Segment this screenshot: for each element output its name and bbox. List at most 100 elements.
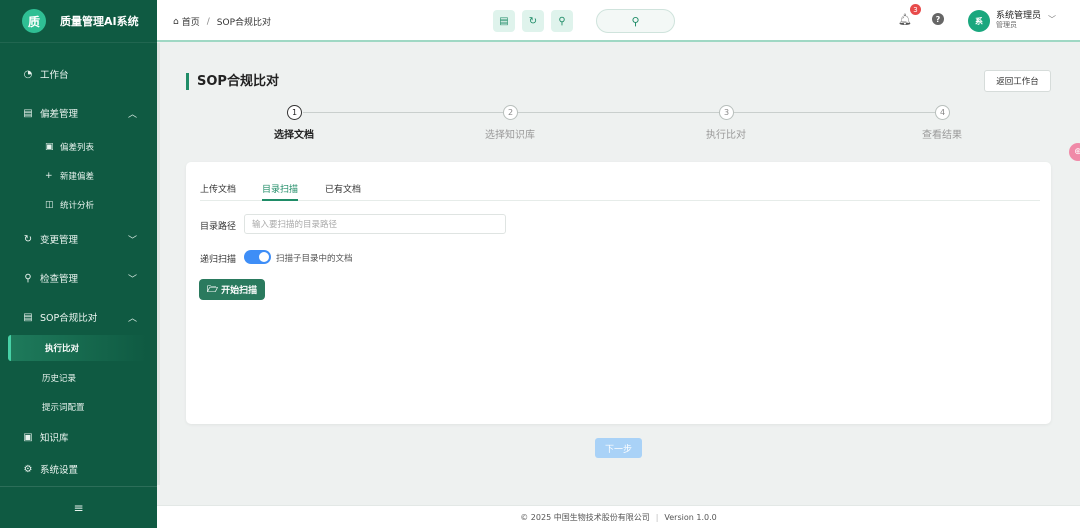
chevron-down-icon: ﹀ [127, 274, 137, 285]
sidebar-subitem-history[interactable]: 历史记录 [0, 364, 157, 393]
footer: © 2025 中国生物技术股份有限公司 | Version 1.0.0 [157, 505, 1080, 528]
notification-badge: 3 [910, 4, 921, 15]
refresh-button[interactable]: ↻ [522, 10, 544, 32]
start-scan-button[interactable]: 🗁︎ 开始扫描 [199, 279, 265, 300]
document-selection-card: 上传文档 目录扫描 已有文档 目录路径 输入要扫描的目录路径 递归扫描 扫描子目… [186, 162, 1051, 424]
step-2-circle: 2 [503, 105, 518, 120]
sidebar-subitem-label: 偏差列表 [60, 142, 95, 153]
search-icon: ⚲ [631, 14, 640, 28]
sidebar-item-change[interactable]: ↻ 变更管理 ﹀ [0, 224, 157, 254]
step-3-label: 执行比对 [706, 130, 746, 141]
step-3-circle: 3 [719, 105, 734, 120]
version-text: Version 1.0.0 [664, 512, 717, 522]
chevron-up-icon: ︿ [127, 109, 137, 120]
sidebar-nav: ◔ 工作台 ▤ 偏差管理 ︿ ▣ 偏差列表 + 新建偏差 ◫ 统计分析 ↻ 变更… [0, 43, 157, 484]
document-check-icon: ▤ [23, 311, 33, 323]
dashboard-icon: ◔ [23, 68, 33, 80]
sidebar: 质 质量管理AI系统 ◔ 工作台 ▤ 偏差管理 ︿ ▣ 偏差列表 + 新建偏差 … [0, 0, 157, 528]
recursive-scan-label: 递归扫描 [200, 255, 237, 265]
tab-existing-documents[interactable]: 已有文档 [325, 182, 361, 201]
back-to-workbench-button[interactable]: 返回工作台 [984, 70, 1051, 92]
search-tool-button[interactable]: ⚲ [551, 10, 573, 32]
footer-separator: | [655, 512, 659, 522]
step-4-circle: 4 [935, 105, 950, 120]
sidebar-item-knowledge[interactable]: ▣ 知识库 [0, 422, 157, 452]
sidebar-item-label: 偏差管理 [40, 109, 79, 120]
sidebar-subitem-label: 统计分析 [60, 200, 95, 211]
chevron-down-icon[interactable]: ﹀ [1048, 14, 1056, 25]
sidebar-subitem-label: 新建偏差 [60, 171, 95, 182]
chevron-down-icon: ﹀ [127, 235, 137, 246]
sidebar-subitem-prompt-config[interactable]: 提示词配置 [0, 393, 157, 422]
step-1-circle: 1 [287, 105, 302, 120]
sidebar-subitem-label: 提示词配置 [42, 402, 85, 413]
home-icon: ⌂ [173, 16, 179, 27]
dir-path-input[interactable]: 输入要扫描的目录路径 [244, 214, 506, 234]
breadcrumb: ⌂ 首页 / SOP合规比对 [173, 15, 272, 29]
sidebar-item-label: 变更管理 [40, 235, 79, 246]
sidebar-subitem-execute-compare[interactable]: 执行比对 [8, 335, 147, 361]
document-icon: ▤ [23, 107, 33, 119]
sidebar-item-label: 系统设置 [40, 465, 79, 476]
user-role: 管理员 [996, 21, 1017, 29]
refresh-icon: ↻ [528, 15, 538, 27]
clipboard-icon: ▣ [45, 141, 54, 152]
sidebar-item-label: 检查管理 [40, 274, 79, 285]
app-logo-icon: 质 [22, 9, 46, 33]
start-scan-label: 开始扫描 [221, 286, 258, 296]
plus-icon: + [45, 170, 53, 181]
brand: 质 质量管理AI系统 [0, 0, 157, 43]
breadcrumb-current: SOP合规比对 [216, 18, 272, 28]
step-connector [518, 112, 719, 113]
sidebar-item-inspection[interactable]: ⚲ 检查管理 ﹀ [0, 263, 157, 293]
folder-open-icon: 🗁︎ [206, 284, 219, 295]
sidebar-item-sop[interactable]: ▤ SOP合规比对 ︿ [0, 302, 157, 332]
global-search-button[interactable]: ⚲ [596, 9, 675, 33]
tab-directory-scan[interactable]: 目录扫描 [262, 182, 299, 201]
sidebar-subitem-label: 历史记录 [42, 374, 77, 385]
sidebar-item-label: 知识库 [40, 433, 69, 444]
step-connector [303, 112, 503, 113]
floating-assistant-icon[interactable]: ⊕ [1069, 143, 1080, 161]
breadcrumb-home[interactable]: 首页 [182, 15, 200, 28]
help-icon[interactable]: ? [932, 13, 944, 25]
sidebar-item-label: 工作台 [40, 70, 69, 81]
search-icon: ⚲ [24, 272, 32, 284]
toggle-knob [259, 252, 269, 262]
tab-upload-document[interactable]: 上传文档 [200, 182, 236, 201]
recursive-scan-description: 扫描子目录中的文档 [276, 254, 353, 264]
file-icon: ▤ [499, 15, 509, 27]
avatar[interactable]: 系 [968, 10, 990, 32]
sidebar-item-settings[interactable]: ⚙ 系统设置 [0, 454, 157, 484]
sidebar-subitem-statistics[interactable]: ◫ 统计分析 [0, 190, 157, 219]
sidebar-subitem-label: 执行比对 [45, 344, 80, 354]
top-header: ⌂ 首页 / SOP合规比对 ▤ ↻ ⚲ ⚲ 🔔︎ 3 ? 系 系统管理员 管理… [157, 0, 1080, 42]
book-icon: ▣ [23, 431, 33, 443]
sidebar-subitem-new-deviation[interactable]: + 新建偏差 [0, 161, 157, 190]
next-step-button[interactable]: 下一步 [595, 438, 642, 458]
chevron-up-icon: ︿ [127, 313, 137, 324]
step-connector [734, 112, 935, 113]
step-4-label: 查看结果 [922, 130, 962, 141]
chart-icon: ◫ [45, 199, 54, 210]
document-tool-button[interactable]: ▤ [493, 10, 515, 32]
menu-icon: ≡ [73, 500, 84, 515]
sidebar-item-label: SOP合规比对 [40, 313, 98, 324]
collapse-sidebar-button[interactable]: ≡ [0, 486, 157, 528]
page-title: SOP合规比对 [186, 73, 279, 90]
sidebar-item-deviation[interactable]: ▤ 偏差管理 ︿ [0, 98, 157, 128]
recursive-scan-toggle[interactable] [244, 250, 271, 264]
bell-icon[interactable]: 🔔︎ [898, 13, 912, 26]
breadcrumb-separator: / [206, 16, 210, 27]
sidebar-item-workbench[interactable]: ◔ 工作台 [0, 59, 157, 89]
step-2-label: 选择知识库 [485, 130, 535, 141]
copyright-text: © 2025 中国生物技术股份有限公司 [520, 512, 650, 522]
app-title: 质量管理AI系统 [60, 15, 139, 28]
sidebar-subitem-deviation-list[interactable]: ▣ 偏差列表 [0, 132, 157, 161]
gear-icon: ⚙ [23, 463, 33, 475]
step-progress: 1 2 3 4 选择文档 选择知识库 执行比对 查看结果 [186, 103, 1051, 143]
step-1-label: 选择文档 [274, 130, 314, 141]
source-tabs: 上传文档 目录扫描 已有文档 [200, 182, 1040, 201]
sidebar-scrollbar[interactable] [157, 43, 160, 485]
dir-path-label: 目录路径 [200, 222, 237, 232]
